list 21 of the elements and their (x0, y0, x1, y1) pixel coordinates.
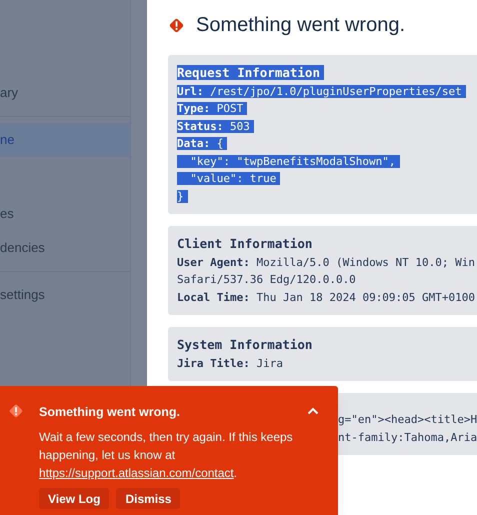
code-line: nt-family:Tahoma,Aria (338, 430, 477, 444)
code-line: g="en"><head><title>H (338, 413, 477, 426)
code-line: Safari/537.36 Edg/120.0.0.0 (177, 273, 356, 286)
flag-action-button[interactable]: View Log (39, 488, 110, 509)
code-title: Request Information (177, 65, 324, 80)
code-title: Client Information (177, 236, 312, 251)
support-link[interactable]: https://support.atlassian.com/contact (39, 466, 234, 480)
flag-message: Wait a few seconds, then try again. If this keeps happening, let us know at https://support.atlassian.com/contact. (39, 429, 294, 482)
code-line: Jira Title: Jira (177, 356, 283, 370)
flag-action-button[interactable]: Dismiss (116, 488, 180, 509)
sidebar-item[interactable]: es (0, 197, 130, 231)
chevron-up-icon (307, 407, 319, 415)
page-heading: Something went wrong. (196, 13, 406, 38)
code-line: Local Time: Thu Jan 18 2024 09:09:05 GMT+0100 (177, 290, 476, 304)
sidebar-item[interactable]: ary (0, 76, 130, 110)
sidebar-item[interactable]: dencies (0, 231, 130, 265)
code-line: User Agent: Mozilla/5.0 (Windows NT 10.0; Win (177, 256, 476, 268)
sidebar-item[interactable]: ne (0, 123, 130, 157)
sidebar-item[interactable]: settings (0, 278, 130, 312)
flag-title: Something went wrong. (39, 404, 181, 421)
code-title: System Information (177, 337, 312, 352)
